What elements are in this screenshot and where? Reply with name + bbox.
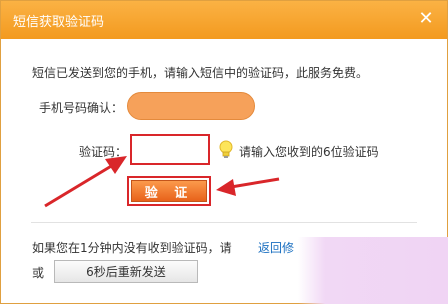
close-icon[interactable]: ✕ [415, 8, 437, 30]
lightbulb-icon [219, 140, 233, 158]
arrow-to-code-input [44, 156, 127, 208]
back-modify-link[interactable]: 返回修 [258, 239, 294, 256]
verify-button-highlight: 验 证 [127, 176, 211, 206]
code-hint-text: 请输入您收到的6位验证码 [239, 145, 379, 159]
no-code-prompt: 如果您在1分钟内没有收到验证码，请 [32, 241, 232, 255]
sms-verification-dialog: 短信获取验证码 ✕ 短信已发送到您的手机，请输入短信中的验证码，此服务免费。 手… [0, 0, 448, 304]
verification-code-label: 验证码： [79, 145, 128, 159]
watermark-overlay [298, 237, 448, 304]
phone-confirm-label: 手机号码确认： [39, 101, 124, 115]
info-text: 短信已发送到您的手机，请输入短信中的验证码，此服务免费。 [32, 66, 369, 80]
or-text: 或 [32, 266, 45, 280]
verify-button[interactable]: 验 证 [131, 180, 207, 202]
resend-button[interactable]: 6秒后重新发送 [54, 260, 198, 283]
title-bar: 短信获取验证码 ✕ [1, 1, 447, 39]
verification-code-input[interactable] [130, 134, 210, 165]
arrow-to-verify-button [216, 177, 280, 196]
divider [31, 222, 417, 223]
dialog-title: 短信获取验证码 [13, 15, 105, 30]
phone-number-redacted [127, 92, 255, 120]
